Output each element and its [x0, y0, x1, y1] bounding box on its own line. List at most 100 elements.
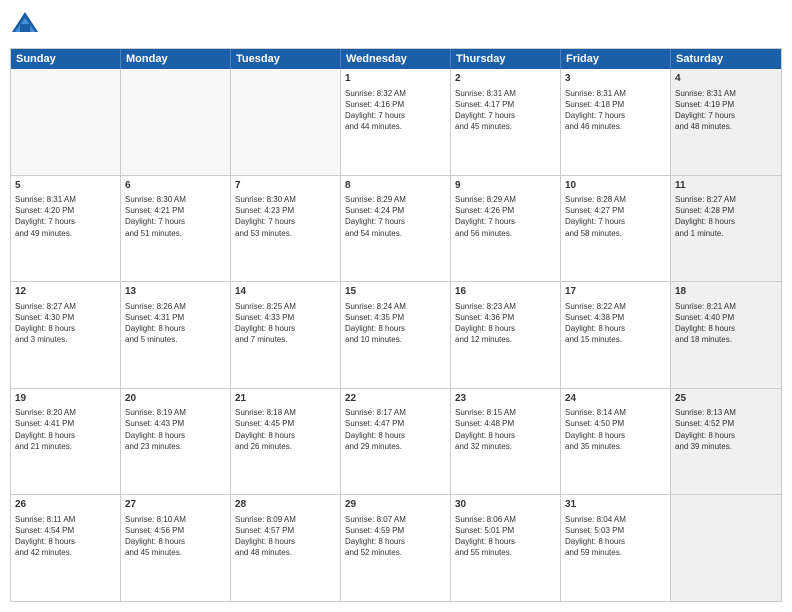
weekday-header-monday: Monday	[121, 49, 231, 69]
calendar-cell-empty	[121, 69, 231, 175]
day-number: 13	[125, 285, 226, 299]
calendar: SundayMondayTuesdayWednesdayThursdayFrid…	[10, 48, 782, 602]
day-number: 19	[15, 392, 116, 406]
calendar-cell-day-9: 9Sunrise: 8:29 AM Sunset: 4:26 PM Daylig…	[451, 176, 561, 282]
logo	[10, 10, 44, 40]
day-number: 28	[235, 498, 336, 512]
cell-info: Sunrise: 8:09 AM Sunset: 4:57 PM Dayligh…	[235, 514, 336, 559]
calendar-cell-day-5: 5Sunrise: 8:31 AM Sunset: 4:20 PM Daylig…	[11, 176, 121, 282]
cell-info: Sunrise: 8:21 AM Sunset: 4:40 PM Dayligh…	[675, 301, 777, 346]
calendar-cell-day-30: 30 Sunrise: 8:06 AM Sunset: 5:01 PM Dayli…	[451, 495, 561, 601]
day-number: 15	[345, 285, 446, 299]
header	[10, 10, 782, 40]
calendar-row-1: 1Sunrise: 8:32 AM Sunset: 4:16 PM Daylig…	[11, 69, 781, 176]
day-number: 30	[455, 498, 556, 512]
day-number: 16	[455, 285, 556, 299]
calendar-cell-day-14: 14Sunrise: 8:25 AM Sunset: 4:33 PM Dayli…	[231, 282, 341, 388]
calendar-row-5: 26Sunrise: 8:11 AM Sunset: 4:54 PM Dayli…	[11, 495, 781, 601]
cell-info: Sunrise: 8:14 AM Sunset: 4:50 PM Dayligh…	[565, 407, 666, 452]
cell-info: Sunrise: 8:18 AM Sunset: 4:45 PM Dayligh…	[235, 407, 336, 452]
day-number: 9	[455, 179, 556, 193]
weekday-header-tuesday: Tuesday	[231, 49, 341, 69]
cell-info: Sunrise: 8:31 AM Sunset: 4:19 PM Dayligh…	[675, 88, 777, 133]
calendar-cell-day-18: 18 Sunrise: 8:21 AM Sunset: 4:40 PM Dayli…	[671, 282, 781, 388]
cell-info: Sunrise: 8:25 AM Sunset: 4:33 PM Dayligh…	[235, 301, 336, 346]
weekday-header-thursday: Thursday	[451, 49, 561, 69]
calendar-cell-day-3: 3 Sunrise: 8:31 AM Sunset: 4:18 PM Daylig…	[561, 69, 671, 175]
day-number: 31	[565, 498, 666, 512]
cell-info: Sunrise: 8:31 AM Sunset: 4:17 PM Dayligh…	[455, 88, 556, 133]
day-number: 18	[675, 285, 777, 299]
day-number: 17	[565, 285, 666, 299]
calendar-cell-day-22: 22Sunrise: 8:17 AM Sunset: 4:47 PM Dayli…	[341, 389, 451, 495]
calendar-cell-day-25: 25Sunrise: 8:13 AM Sunset: 4:52 PM Dayli…	[671, 389, 781, 495]
calendar-cell-empty	[671, 495, 781, 601]
calendar-cell-day-31: 31 Sunrise: 8:04 AM Sunset: 5:03 PM Dayli…	[561, 495, 671, 601]
calendar-row-2: 5Sunrise: 8:31 AM Sunset: 4:20 PM Daylig…	[11, 176, 781, 283]
day-number: 10	[565, 179, 666, 193]
day-number: 26	[15, 498, 116, 512]
day-number: 3	[565, 72, 666, 86]
calendar-body: 1Sunrise: 8:32 AM Sunset: 4:16 PM Daylig…	[11, 69, 781, 601]
day-number: 21	[235, 392, 336, 406]
calendar-cell-day-7: 7Sunrise: 8:30 AM Sunset: 4:23 PM Daylig…	[231, 176, 341, 282]
calendar-cell-day-10: 10Sunrise: 8:28 AM Sunset: 4:27 PM Dayli…	[561, 176, 671, 282]
cell-info: Sunrise: 8:31 AM Sunset: 4:18 PM Dayligh…	[565, 88, 666, 133]
day-number: 12	[15, 285, 116, 299]
day-number: 4	[675, 72, 777, 86]
cell-info: Sunrise: 8:29 AM Sunset: 4:24 PM Dayligh…	[345, 194, 446, 239]
day-number: 27	[125, 498, 226, 512]
day-number: 23	[455, 392, 556, 406]
cell-info: Sunrise: 8:26 AM Sunset: 4:31 PM Dayligh…	[125, 301, 226, 346]
calendar-cell-day-16: 16 Sunrise: 8:23 AM Sunset: 4:36 PM Dayli…	[451, 282, 561, 388]
calendar-cell-day-29: 29Sunrise: 8:07 AM Sunset: 4:59 PM Dayli…	[341, 495, 451, 601]
calendar-cell-empty	[11, 69, 121, 175]
day-number: 29	[345, 498, 446, 512]
calendar-header: SundayMondayTuesdayWednesdayThursdayFrid…	[11, 49, 781, 69]
day-number: 5	[15, 179, 116, 193]
day-number: 7	[235, 179, 336, 193]
cell-info: Sunrise: 8:10 AM Sunset: 4:56 PM Dayligh…	[125, 514, 226, 559]
weekday-header-friday: Friday	[561, 49, 671, 69]
cell-info: Sunrise: 8:04 AM Sunset: 5:03 PM Dayligh…	[565, 514, 666, 559]
calendar-cell-day-26: 26Sunrise: 8:11 AM Sunset: 4:54 PM Dayli…	[11, 495, 121, 601]
cell-info: Sunrise: 8:19 AM Sunset: 4:43 PM Dayligh…	[125, 407, 226, 452]
calendar-cell-day-23: 23Sunrise: 8:15 AM Sunset: 4:48 PM Dayli…	[451, 389, 561, 495]
calendar-cell-day-1: 1Sunrise: 8:32 AM Sunset: 4:16 PM Daylig…	[341, 69, 451, 175]
calendar-cell-day-6: 6Sunrise: 8:30 AM Sunset: 4:21 PM Daylig…	[121, 176, 231, 282]
cell-info: Sunrise: 8:17 AM Sunset: 4:47 PM Dayligh…	[345, 407, 446, 452]
calendar-cell-day-19: 19Sunrise: 8:20 AM Sunset: 4:41 PM Dayli…	[11, 389, 121, 495]
day-number: 11	[675, 179, 777, 193]
calendar-row-4: 19Sunrise: 8:20 AM Sunset: 4:41 PM Dayli…	[11, 389, 781, 496]
cell-info: Sunrise: 8:28 AM Sunset: 4:27 PM Dayligh…	[565, 194, 666, 239]
weekday-header-sunday: Sunday	[11, 49, 121, 69]
calendar-cell-day-2: 2Sunrise: 8:31 AM Sunset: 4:17 PM Daylig…	[451, 69, 561, 175]
calendar-cell-day-27: 27 Sunrise: 8:10 AM Sunset: 4:56 PM Dayli…	[121, 495, 231, 601]
cell-info: Sunrise: 8:06 AM Sunset: 5:01 PM Dayligh…	[455, 514, 556, 559]
cell-info: Sunrise: 8:30 AM Sunset: 4:23 PM Dayligh…	[235, 194, 336, 239]
cell-info: Sunrise: 8:31 AM Sunset: 4:20 PM Dayligh…	[15, 194, 116, 239]
day-number: 20	[125, 392, 226, 406]
cell-info: Sunrise: 8:24 AM Sunset: 4:35 PM Dayligh…	[345, 301, 446, 346]
cell-info: Sunrise: 8:27 AM Sunset: 4:30 PM Dayligh…	[15, 301, 116, 346]
calendar-row-3: 12 Sunrise: 8:27 AM Sunset: 4:30 PM Dayli…	[11, 282, 781, 389]
calendar-cell-day-28: 28 Sunrise: 8:09 AM Sunset: 4:57 PM Dayli…	[231, 495, 341, 601]
calendar-cell-day-4: 4 Sunrise: 8:31 AM Sunset: 4:19 PM Daylig…	[671, 69, 781, 175]
day-number: 24	[565, 392, 666, 406]
cell-info: Sunrise: 8:22 AM Sunset: 4:38 PM Dayligh…	[565, 301, 666, 346]
cell-info: Sunrise: 8:13 AM Sunset: 4:52 PM Dayligh…	[675, 407, 777, 452]
calendar-cell-day-11: 11Sunrise: 8:27 AM Sunset: 4:28 PM Dayli…	[671, 176, 781, 282]
cell-info: Sunrise: 8:20 AM Sunset: 4:41 PM Dayligh…	[15, 407, 116, 452]
calendar-cell-day-17: 17 Sunrise: 8:22 AM Sunset: 4:38 PM Dayli…	[561, 282, 671, 388]
day-number: 25	[675, 392, 777, 406]
cell-info: Sunrise: 8:23 AM Sunset: 4:36 PM Dayligh…	[455, 301, 556, 346]
day-number: 1	[345, 72, 446, 86]
calendar-cell-day-20: 20Sunrise: 8:19 AM Sunset: 4:43 PM Dayli…	[121, 389, 231, 495]
calendar-cell-day-12: 12 Sunrise: 8:27 AM Sunset: 4:30 PM Dayli…	[11, 282, 121, 388]
cell-info: Sunrise: 8:27 AM Sunset: 4:28 PM Dayligh…	[675, 194, 777, 239]
day-number: 8	[345, 179, 446, 193]
weekday-header-saturday: Saturday	[671, 49, 781, 69]
calendar-cell-day-24: 24Sunrise: 8:14 AM Sunset: 4:50 PM Dayli…	[561, 389, 671, 495]
logo-icon	[10, 10, 40, 40]
calendar-cell-day-21: 21Sunrise: 8:18 AM Sunset: 4:45 PM Dayli…	[231, 389, 341, 495]
